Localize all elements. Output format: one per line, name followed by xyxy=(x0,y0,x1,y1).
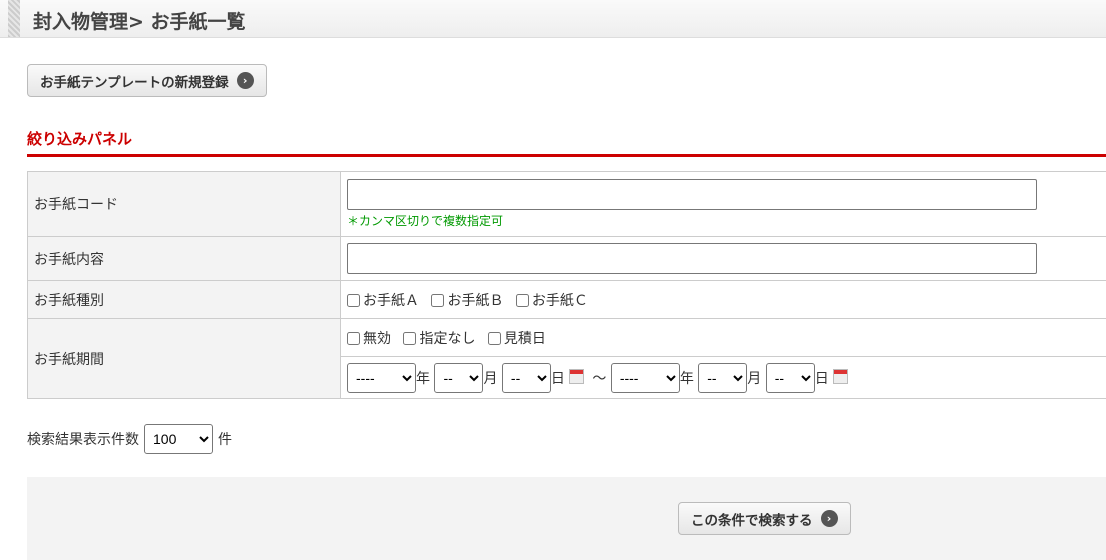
day-unit: 日 xyxy=(814,370,829,387)
period-estimate-checkbox[interactable]: 見積日 xyxy=(487,331,546,347)
result-count-unit: 件 xyxy=(218,432,232,448)
day-unit: 日 xyxy=(550,370,565,387)
search-button[interactable]: この条件で検索する › xyxy=(678,502,851,535)
end-month-select[interactable]: -- xyxy=(698,362,748,393)
start-day-select[interactable]: -- xyxy=(501,362,551,393)
type-label: お手紙種別 xyxy=(27,280,341,319)
page-title: 封入物管理> お手紙一覧 xyxy=(33,11,246,33)
period-label: お手紙期間 xyxy=(27,318,341,399)
result-count-label: 検索結果表示件数 xyxy=(27,432,139,448)
month-unit: 月 xyxy=(483,370,498,387)
type-a-checkbox[interactable]: お手紙Ａ xyxy=(347,293,419,309)
end-day-select[interactable]: -- xyxy=(765,362,815,393)
filter-table: お手紙コード ＊カンマ区切りで複数指定可 お手紙内容 お手紙種別 お手紙Ａ お手… xyxy=(27,171,1106,399)
end-year-select[interactable]: ---- xyxy=(610,362,680,393)
month-unit: 月 xyxy=(747,370,762,387)
result-count-select[interactable]: 100 xyxy=(144,424,213,454)
start-month-select[interactable]: -- xyxy=(434,362,484,393)
code-label: お手紙コード xyxy=(27,171,341,237)
range-tilde: ～ xyxy=(592,370,607,387)
page-header: 封入物管理> お手紙一覧 xyxy=(0,0,1106,38)
result-count: 検索結果表示件数 100 件 xyxy=(27,424,232,454)
divider xyxy=(27,154,1106,157)
arrow-right-icon: › xyxy=(236,72,254,89)
code-note: ＊カンマ区切りで複数指定可 xyxy=(347,214,504,228)
search-footer xyxy=(27,477,1106,560)
search-button-label: この条件で検索する xyxy=(691,512,813,529)
header-stripe xyxy=(8,0,20,37)
new-template-button[interactable]: お手紙テンプレートの新規登録 › xyxy=(27,64,267,97)
filter-panel-title: 絞り込みパネル xyxy=(27,130,133,148)
year-unit: 年 xyxy=(416,370,430,387)
year-unit: 年 xyxy=(679,370,694,387)
period-invalid-checkbox[interactable]: 無効 xyxy=(347,331,391,347)
content-input[interactable] xyxy=(347,243,1037,274)
code-input[interactable] xyxy=(347,179,1037,210)
content-label: お手紙内容 xyxy=(27,236,341,281)
calendar-icon[interactable] xyxy=(832,368,848,384)
type-b-checkbox[interactable]: お手紙Ｂ xyxy=(431,293,503,309)
period-none-checkbox[interactable]: 指定なし xyxy=(403,331,475,347)
calendar-icon[interactable] xyxy=(568,368,584,384)
arrow-right-icon: › xyxy=(820,510,838,527)
start-year-select[interactable]: ---- xyxy=(347,362,416,393)
new-template-label: お手紙テンプレートの新規登録 xyxy=(40,74,229,91)
type-c-checkbox[interactable]: お手紙Ｃ xyxy=(515,293,588,309)
